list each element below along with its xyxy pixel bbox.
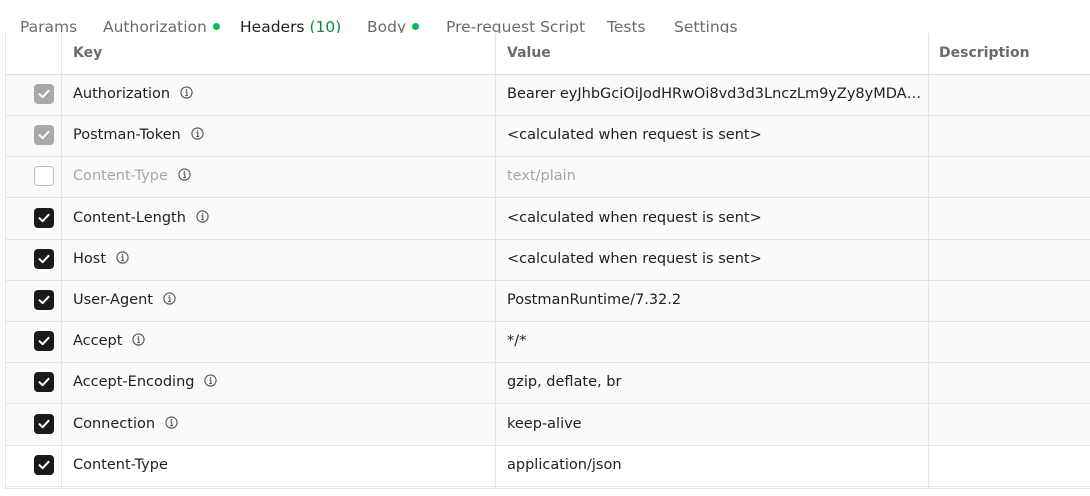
header-key-cell[interactable]: Authorization [73,86,193,102]
header-enabled-checkbox[interactable] [34,125,54,146]
info-icon[interactable] [163,292,176,305]
header-key: User-Agent [73,292,153,308]
header-key-cell[interactable]: User-Agent [73,292,176,308]
header-description-cell[interactable] [929,199,1090,239]
header-value[interactable]: <calculated when request is sent> [507,210,927,226]
header-description-cell[interactable] [929,363,1090,403]
header-key: Connection [73,415,156,432]
header-description-cell[interactable] [929,157,1090,197]
header-value[interactable]: application/json [507,457,927,473]
header-description-cell[interactable] [929,240,1090,280]
header-value[interactable]: keep-alive [507,416,927,432]
header-key: Postman-Token [73,127,181,144]
header-description-cell[interactable] [929,116,1090,156]
header-key-cell[interactable]: Host [73,251,129,267]
header-enabled-checkbox[interactable] [34,413,54,434]
info-icon[interactable] [178,168,191,182]
info-icon[interactable] [180,86,193,99]
header-key-cell[interactable]: Postman-Token [73,127,204,143]
header-key-cell[interactable]: Accept-Encoding [73,374,218,391]
column-header-key: Key [73,45,103,61]
info-icon[interactable] [196,209,209,223]
column-header-description: Description [939,45,1030,61]
header-enabled-checkbox[interactable] [34,84,54,104]
header-enabled-checkbox[interactable] [34,331,54,352]
header-key-cell[interactable]: Accept [73,333,146,350]
info-icon[interactable] [132,333,146,346]
header-value[interactable]: gzip, deflate, br [507,374,927,390]
info-icon[interactable] [204,374,218,388]
header-key: Content-Type [73,456,168,473]
header-enabled-checkbox[interactable] [34,372,54,393]
status-dot-icon [212,23,220,30]
header-description-cell[interactable] [929,75,1090,115]
header-key-cell[interactable]: Connection [73,416,178,432]
header-enabled-checkbox[interactable] [34,207,54,228]
header-description-cell[interactable] [929,322,1090,362]
header-enabled-checkbox[interactable] [34,248,54,269]
header-key: Authorization [73,86,171,102]
header-value[interactable]: */* [507,333,927,349]
info-icon[interactable] [191,127,204,140]
header-key: Accept-Encoding [73,374,195,391]
column-header-value: Value [507,45,551,61]
header-key: Accept [73,333,123,350]
header-value[interactable]: <calculated when request is sent> [507,251,927,267]
header-key-cell[interactable]: Content-Type [73,168,191,184]
header-description-cell[interactable] [929,281,1090,321]
header-value[interactable]: PostmanRuntime/7.32.2 [507,292,927,308]
headers-table: Key Value Description Authorization Beare… [5,33,1090,489]
header-enabled-checkbox[interactable] [34,454,54,475]
header-key: Content-Type [73,168,168,185]
header-value[interactable]: text/plain [507,168,927,184]
column-divider [928,33,929,488]
info-icon[interactable] [116,251,129,264]
header-key-cell[interactable]: Content-Type [73,457,168,473]
header-enabled-checkbox[interactable] [34,166,54,187]
header-key-cell[interactable]: Content-Length [73,210,209,226]
header-key: Content-Length [73,209,186,226]
header-description-cell[interactable] [929,446,1090,486]
header-enabled-checkbox[interactable] [34,290,54,310]
status-dot-icon [412,23,420,30]
header-value[interactable]: <calculated when request is sent> [507,127,927,143]
info-icon[interactable] [165,415,178,429]
column-divider [61,33,62,488]
header-description-cell[interactable] [929,405,1090,445]
header-key: Host [73,250,107,267]
column-divider [495,33,496,488]
header-value[interactable]: Bearer eyJhbGciOiJodHRwOi8vd3d3LnczLm9yZ… [507,86,927,102]
